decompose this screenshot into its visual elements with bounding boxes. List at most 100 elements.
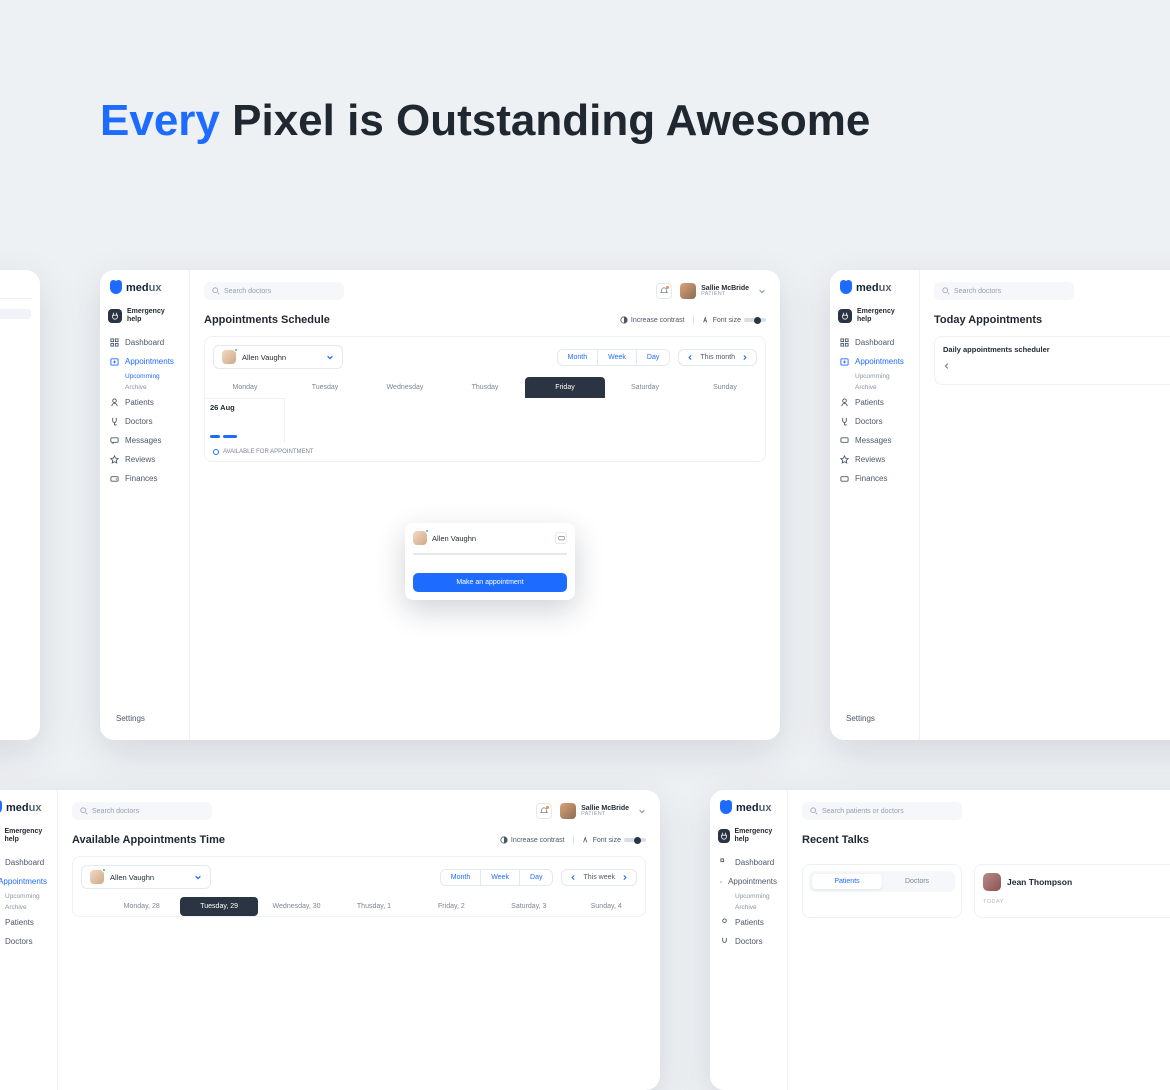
calendar-cell[interactable]: 26 Aug xyxy=(205,398,285,443)
plug-icon xyxy=(108,309,122,323)
calendar-add-icon xyxy=(110,357,119,366)
calendar-grid: 26 Aug xyxy=(205,398,765,443)
sidebar-item-reviews[interactable]: Reviews xyxy=(838,450,911,469)
scheduler-subtitle: Daily appointments scheduler xyxy=(943,345,1170,354)
increase-contrast[interactable]: Increase contrast xyxy=(500,836,565,844)
notifications-button[interactable] xyxy=(536,803,552,819)
sidebar-item-dashboard[interactable]: Dashboard xyxy=(0,853,49,872)
sidebar-item-doctors[interactable]: Doctors xyxy=(0,932,49,951)
doctor-select[interactable]: Allen Vaughn xyxy=(213,345,343,369)
sidebar-sub-archive[interactable]: Archive xyxy=(0,902,49,913)
period-picker[interactable]: This month xyxy=(678,349,757,366)
notifications-button[interactable] xyxy=(656,283,672,299)
view-month[interactable]: Month xyxy=(558,350,598,365)
search-input[interactable]: Search doctors xyxy=(72,802,212,820)
sidebar-item-dashboard[interactable]: Dashboard xyxy=(838,333,911,352)
period-picker[interactable]: This week xyxy=(561,869,637,886)
chevron-left-icon[interactable] xyxy=(943,362,951,370)
chip-week[interactable]: eek xyxy=(0,309,31,319)
sidebar-item-doctors[interactable]: Doctors xyxy=(108,412,181,431)
popover-timeline[interactable] xyxy=(413,551,567,565)
page-title: Appointments Schedule xyxy=(204,314,330,326)
sidebar-sub-upcoming[interactable]: Upcomming xyxy=(718,891,779,902)
chevron-right-icon[interactable] xyxy=(621,874,628,881)
avatar xyxy=(413,531,427,545)
emergency-help[interactable]: Emergency help xyxy=(718,828,779,843)
sidebar-item-dashboard[interactable]: Dashboard xyxy=(108,333,181,352)
sidebar-sub-upcoming[interactable]: Upcomming xyxy=(838,371,911,382)
heart-icon xyxy=(110,282,122,294)
sidebar-item-patients[interactable]: Patients xyxy=(0,913,49,932)
sidebar-item-patients[interactable]: Patients xyxy=(108,393,181,412)
stethoscope-icon xyxy=(110,417,119,426)
view-month[interactable]: Month xyxy=(441,870,481,885)
panel-appointments-schedule: medux Emergency help Dashboard Appointme… xyxy=(100,270,780,740)
view-day[interactable]: Day xyxy=(520,870,552,885)
search-icon xyxy=(942,287,950,295)
view-week[interactable]: Week xyxy=(481,870,520,885)
panel-available-times: medux Emergency help Dashboard Appointme… xyxy=(0,790,660,1090)
sidebar-item-patients[interactable]: Patients xyxy=(718,913,779,932)
font-size-control[interactable]: Font size xyxy=(582,836,646,844)
emergency-help[interactable]: Emergency help xyxy=(108,308,181,323)
logo[interactable]: medux xyxy=(718,802,779,814)
sidebar-item-doctors[interactable]: Doctors xyxy=(838,412,911,431)
chevron-right-icon[interactable] xyxy=(741,354,748,361)
search-input[interactable]: Search patients or doctors xyxy=(802,802,962,820)
heart-icon xyxy=(720,802,732,814)
sidebar-item-appointments[interactable]: Appointments xyxy=(838,352,911,371)
panel-recent-talks: medux Emergency help Dashboard Appointme… xyxy=(710,790,1170,1090)
emergency-help[interactable]: Emergency help xyxy=(838,308,911,323)
user-menu[interactable]: Sallie McBridePATIENT xyxy=(680,283,766,299)
emergency-help[interactable]: Emergency help xyxy=(0,828,49,843)
sidebar-settings[interactable]: Settings xyxy=(838,709,911,728)
make-appointment-button[interactable]: Make an appointment xyxy=(413,573,567,592)
sidebar-item-finances[interactable]: Finances xyxy=(108,469,181,488)
sidebar-item-finances[interactable]: Finances xyxy=(838,469,911,488)
search-icon xyxy=(212,287,220,295)
tab-doctors[interactable]: Doctors xyxy=(882,874,952,889)
sidebar-item-appointments[interactable]: Appointments xyxy=(718,872,779,891)
user-menu[interactable]: Sallie McBridePATIENT xyxy=(560,803,646,819)
sidebar-item-messages[interactable]: Messages xyxy=(838,431,911,450)
avatar xyxy=(560,803,576,819)
view-week[interactable]: Week xyxy=(598,350,637,365)
plug-icon xyxy=(718,829,730,843)
sidebar-item-messages[interactable]: Messages xyxy=(108,431,181,450)
logo[interactable]: medux xyxy=(0,802,49,814)
sidebar-item-reviews[interactable]: Reviews xyxy=(108,450,181,469)
chat-icon-button[interactable] xyxy=(555,532,567,544)
user-icon xyxy=(110,398,119,407)
logo[interactable]: medux xyxy=(108,282,181,294)
chevron-down-icon xyxy=(638,807,646,815)
sidebar-item-appointments[interactable]: Appointments xyxy=(108,352,181,371)
avatar xyxy=(983,873,1001,891)
talk-tabs: Patients Doctors xyxy=(809,871,955,892)
search-input[interactable]: Search doctors xyxy=(204,282,344,300)
chevron-left-icon[interactable] xyxy=(687,354,694,361)
logo[interactable]: medux xyxy=(838,282,911,294)
sidebar-item-patients[interactable]: Patients xyxy=(838,393,911,412)
sidebar-item-dashboard[interactable]: Dashboard xyxy=(718,853,779,872)
chevron-down-icon xyxy=(194,873,202,881)
font-size-control[interactable]: Font size xyxy=(702,316,766,324)
sidebar-item-appointments[interactable]: Appointments xyxy=(0,872,49,891)
sidebar-sub-upcoming[interactable]: Upcomming xyxy=(0,891,49,902)
search-input[interactable]: Search doctors xyxy=(934,282,1074,300)
doctor-select[interactable]: Allen Vaughn xyxy=(81,865,211,889)
sidebar-item-doctors[interactable]: Doctors xyxy=(718,932,779,951)
sidebar-settings[interactable]: Settings xyxy=(108,709,181,728)
sidebar-sub-archive[interactable]: Archive xyxy=(718,902,779,913)
wallet-icon xyxy=(110,474,119,483)
plug-icon xyxy=(838,309,852,323)
sidebar-sub-archive[interactable]: Archive xyxy=(838,382,911,393)
sidebar-sub-archive[interactable]: Archive xyxy=(108,382,181,393)
avatar xyxy=(680,283,696,299)
view-day[interactable]: Day xyxy=(637,350,669,365)
tab-patients[interactable]: Patients xyxy=(812,874,882,889)
chevron-left-icon[interactable] xyxy=(570,874,577,881)
font-size-slider[interactable] xyxy=(744,318,766,322)
sidebar-sub-upcoming[interactable]: Upcomming xyxy=(108,371,181,382)
increase-contrast[interactable]: Increase contrast xyxy=(620,316,685,324)
avatar xyxy=(222,350,236,364)
